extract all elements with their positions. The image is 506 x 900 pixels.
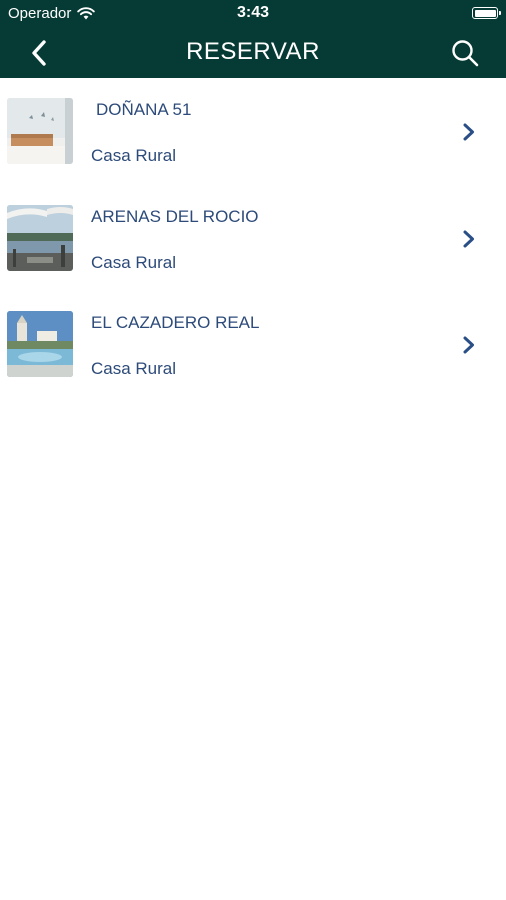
battery-icon bbox=[472, 7, 501, 19]
list-item[interactable]: ARENAS DEL ROCIO Casa Rural bbox=[0, 185, 506, 292]
item-title: DOÑANA 51 bbox=[96, 100, 192, 119]
page-title: RESERVAR bbox=[186, 38, 320, 65]
property-list: DOÑANA 51 Casa Rural ARENAS DEL ROCIO Ca… bbox=[0, 78, 506, 398]
item-title: ARENAS DEL ROCIO bbox=[91, 206, 259, 226]
chevron-right-icon bbox=[463, 336, 474, 354]
clock: 3:43 bbox=[236, 4, 270, 21]
item-subtitle: Casa Rural bbox=[91, 359, 177, 378]
item-title: EL CAZADERO REAL bbox=[91, 313, 260, 332]
chevron-right-icon bbox=[463, 123, 474, 141]
list-item[interactable]: DOÑANA 51 Casa Rural bbox=[0, 78, 506, 185]
chevron-right-icon bbox=[463, 230, 474, 247]
header: Operador 3:43 RESERVAR bbox=[0, 0, 506, 78]
search-icon bbox=[452, 40, 479, 67]
item-subtitle: Casa Rural bbox=[91, 146, 177, 165]
list-item[interactable]: EL CAZADERO REAL Casa Rural bbox=[0, 291, 506, 398]
nav-bar: RESERVAR bbox=[0, 26, 506, 78]
search-button[interactable] bbox=[448, 36, 482, 70]
thumbnail-pool bbox=[7, 311, 73, 377]
thumbnail-bedroom bbox=[7, 98, 73, 164]
thumbnail-marsh bbox=[7, 204, 73, 271]
item-subtitle: Casa Rural bbox=[91, 252, 177, 272]
screen: Operador 3:43 RESERVAR DOÑANA 51 Casa Ru… bbox=[0, 0, 506, 900]
battery-fill bbox=[474, 9, 496, 17]
status-bar: Operador 3:43 bbox=[0, 0, 506, 26]
